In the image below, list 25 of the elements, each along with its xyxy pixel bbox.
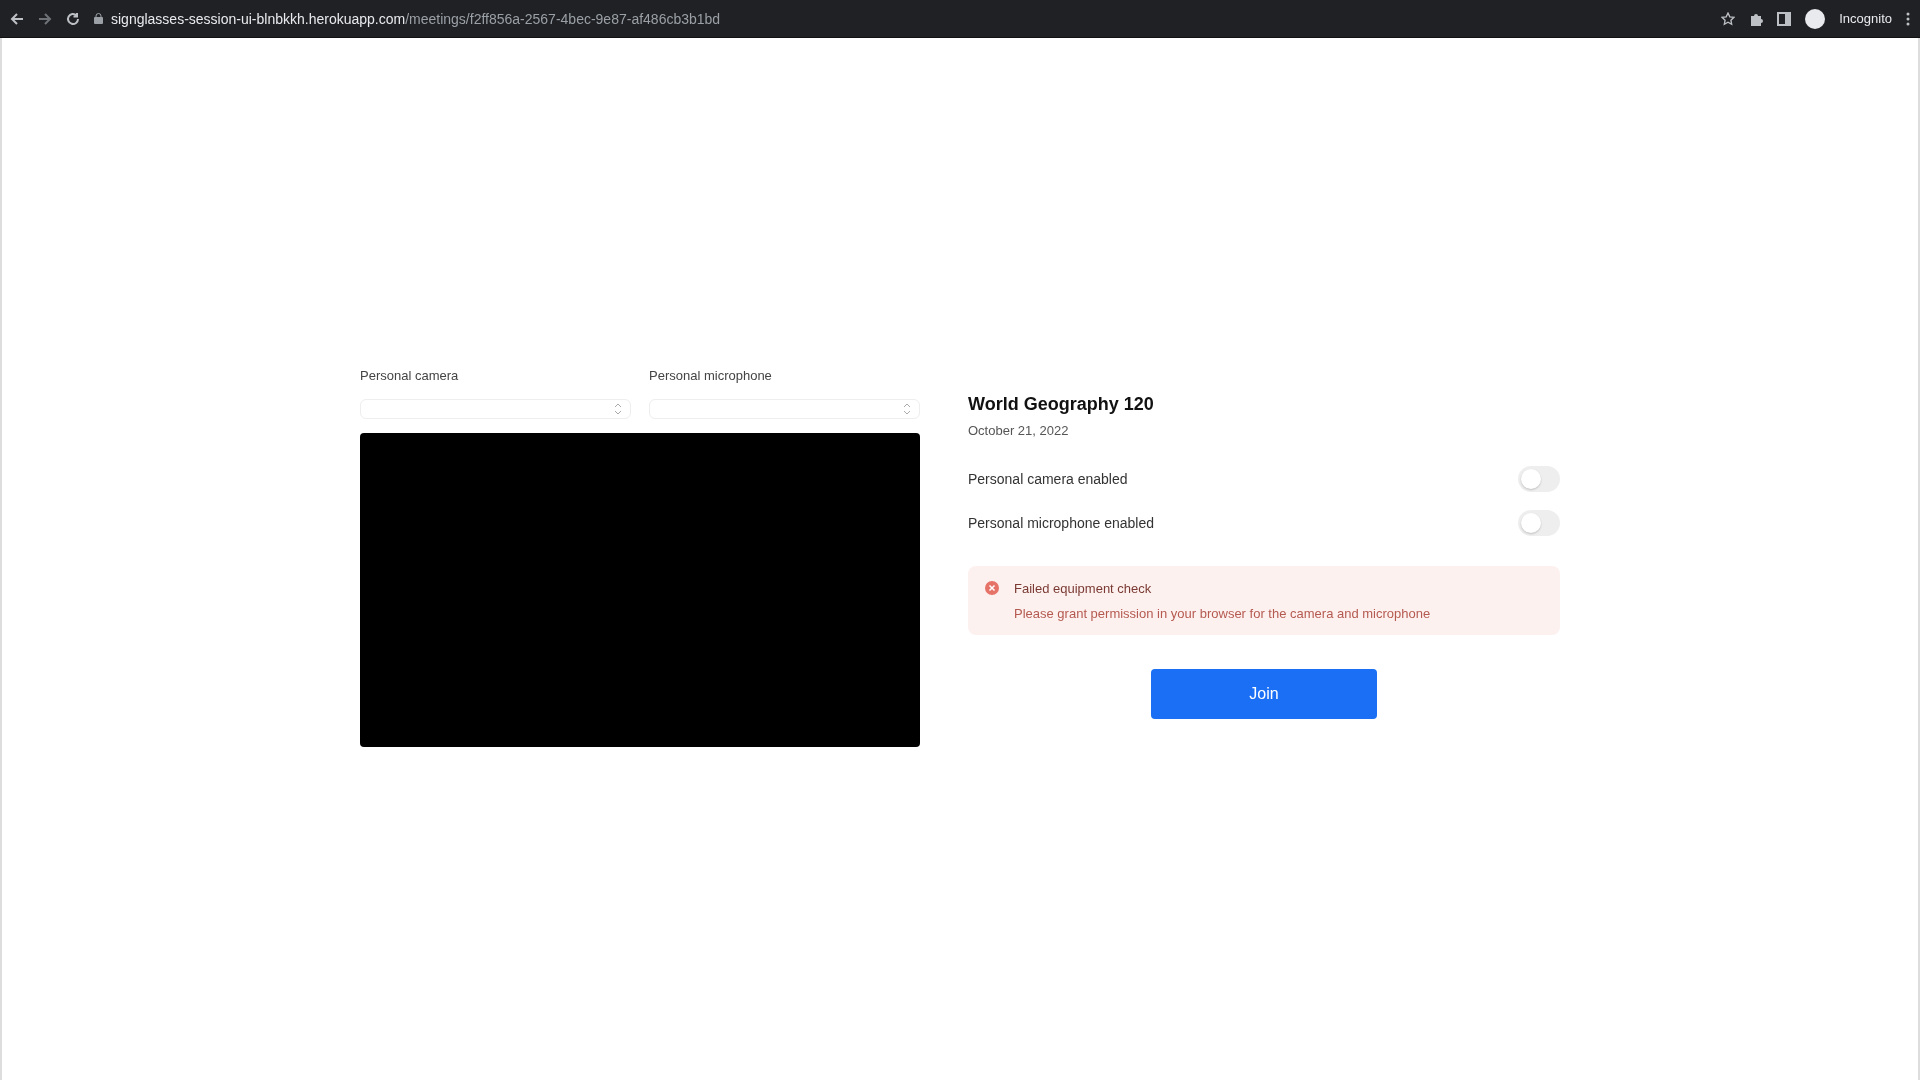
lock-icon [94,13,103,24]
toggle-switch[interactable] [1518,466,1560,492]
profile-avatar[interactable] [1805,8,1826,29]
field-label: Personal microphone [649,368,773,383]
chevron-icon [614,403,622,415]
reload-icon[interactable] [66,11,80,26]
toggle-label: Personal microphone enabled [968,515,1154,531]
meeting-date: October 21, 2022 [968,423,1070,438]
field-label: Personal camera [360,368,460,383]
meeting-title: World Geography 120 [968,394,1155,415]
error-icon [984,580,1000,596]
sidebar-icon[interactable] [1777,11,1792,26]
alert-message: Please grant permission in your browser for the camera and microphone [1014,606,1432,621]
star-icon[interactable] [1721,11,1736,26]
toggle-switch[interactable] [1518,510,1560,536]
profile-label[interactable]: Incognito [1839,11,1892,26]
chevron-icon [903,403,911,415]
puzzle-icon[interactable] [1749,11,1764,26]
address-bar[interactable]: signglasses-session-ui-blnbkkh.herokuapp.com/meetings/f2ff856a-2567-4bec-9e87-af486cb3b1bd [111,10,721,27]
back-icon[interactable] [10,11,24,26]
toggle-label: Personal camera enabled [968,471,1128,487]
alert-title: Failed equipment check [1014,580,1153,596]
forward-icon[interactable] [38,11,52,26]
menu-icon[interactable] [1906,11,1910,26]
join-button[interactable]: Join [1151,669,1377,719]
